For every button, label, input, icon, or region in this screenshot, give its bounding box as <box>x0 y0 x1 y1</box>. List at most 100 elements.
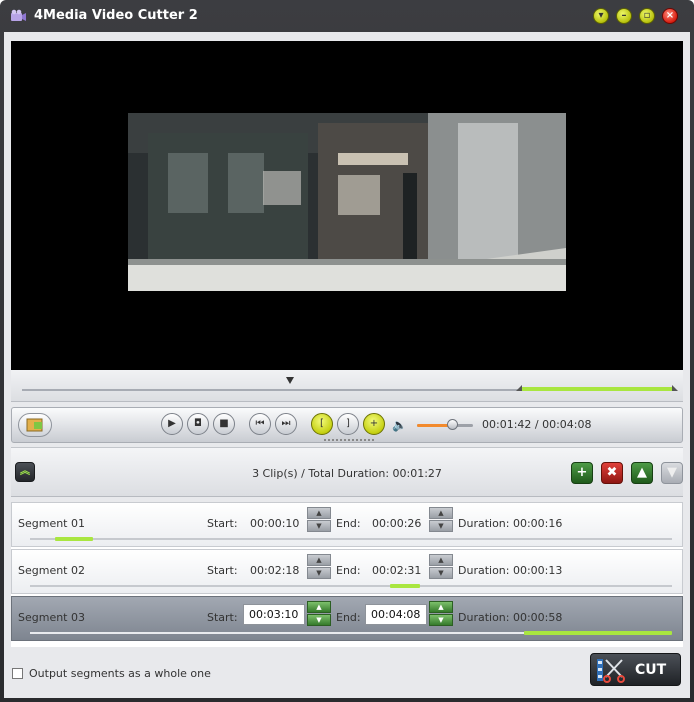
end-time-spinner[interactable]: ▲ ▼ <box>429 507 453 533</box>
end-time-spinner[interactable]: ▲ ▼ <box>429 601 453 627</box>
start-time[interactable]: 00:00:10 <box>250 517 299 530</box>
timeline[interactable] <box>11 370 683 402</box>
segment-row-selected[interactable]: Segment 03 Start: 00:03:10 ▲ ▼ End: 00:04… <box>11 596 683 641</box>
spin-down-icon[interactable]: ▼ <box>307 614 331 626</box>
segment-range <box>524 631 672 635</box>
segment-duration: Duration: 00:00:13 <box>458 564 563 577</box>
resize-grip[interactable] <box>324 439 374 441</box>
playback-controls: ▶ ◘ ■ ⏮ ⏭ [ ] + 🔈 00:01:42 / 00:04:08 <box>11 407 683 443</box>
output-whole-checkbox[interactable] <box>12 668 23 679</box>
volume-slider-handle[interactable] <box>447 419 458 430</box>
spin-down-icon[interactable]: ▼ <box>429 567 453 579</box>
snapshot-icon: ◘ <box>194 418 202 429</box>
video-preview <box>11 41 683 370</box>
spin-up-icon[interactable]: ▲ <box>307 601 331 613</box>
start-label: Start: <box>207 611 238 624</box>
add-segment-icon: + <box>369 418 379 429</box>
arrow-down-icon: ▼ <box>667 465 677 480</box>
mark-out-icon: ] <box>346 418 350 429</box>
segment-name: Segment 02 <box>18 564 85 577</box>
spin-down-icon[interactable]: ▼ <box>307 520 331 532</box>
segment-name: Segment 01 <box>18 517 85 530</box>
end-label: End: <box>336 611 361 624</box>
total-duration: Total Duration: 00:01:27 <box>308 467 442 480</box>
add-clip-button[interactable]: + <box>571 462 593 484</box>
open-file-button[interactable] <box>18 413 52 437</box>
delete-clip-button[interactable]: ✖ <box>601 462 623 484</box>
spin-up-icon[interactable]: ▲ <box>307 554 331 566</box>
output-whole-label[interactable]: Output segments as a whole one <box>29 667 211 680</box>
delete-icon: ✖ <box>606 465 618 480</box>
mark-out-button[interactable]: ] <box>337 413 359 435</box>
next-frame-icon: ⏭ <box>281 418 291 429</box>
volume-level <box>417 424 451 427</box>
move-down-button[interactable]: ▼ <box>661 462 683 484</box>
scissors-film-icon <box>597 659 625 683</box>
video-frame <box>128 113 566 291</box>
spin-down-icon[interactable]: ▼ <box>429 614 453 626</box>
segments-header: ︽ 3 Clip(s) / Total Duration: 00:01:27 +… <box>11 447 683 497</box>
start-time[interactable]: 00:02:18 <box>250 564 299 577</box>
start-time-input[interactable]: 00:03:10 <box>243 604 305 625</box>
mark-in-icon: [ <box>320 418 324 429</box>
start-time-spinner[interactable]: ▲ ▼ <box>307 554 331 580</box>
stop-button[interactable]: ■ <box>213 413 235 435</box>
playhead-marker[interactable] <box>286 377 294 384</box>
end-label: End: <box>336 517 361 530</box>
segment-row[interactable]: Segment 02 Start: 00:02:18 ▲ ▼ End: 00:02… <box>11 549 683 594</box>
restore-icon: ▫ <box>643 10 651 21</box>
end-time[interactable]: 00:00:26 <box>372 517 421 530</box>
play-icon: ▶ <box>168 418 176 429</box>
start-time-spinner[interactable]: ▲ ▼ <box>307 601 331 627</box>
selection-end-marker[interactable] <box>672 385 678 391</box>
segment-duration: Duration: 00:00:16 <box>458 517 563 530</box>
prev-frame-button[interactable]: ⏮ <box>249 413 271 435</box>
start-label: Start: <box>207 517 238 530</box>
spin-up-icon[interactable]: ▲ <box>429 601 453 613</box>
restore-button[interactable]: ▫ <box>639 8 655 24</box>
move-up-button[interactable]: ▲ <box>631 462 653 484</box>
segment-name: Segment 03 <box>18 611 85 624</box>
segment-range <box>390 584 420 588</box>
plus-icon: + <box>576 465 588 480</box>
cut-button[interactable]: CUT <box>590 653 681 686</box>
time-display: 00:01:42 / 00:04:08 <box>482 418 592 431</box>
window-title: 4Media Video Cutter 2 <box>34 8 198 23</box>
next-frame-button[interactable]: ⏭ <box>275 413 297 435</box>
spin-up-icon[interactable]: ▲ <box>429 507 453 519</box>
timeline-selection <box>522 387 672 391</box>
clip-count: 3 Clip(s) / <box>252 467 305 480</box>
open-file-icon <box>26 418 43 432</box>
app-window: 4Media Video Cutter 2 ▾ – ▫ × ▶ ◘ ■ ⏮ ⏭ … <box>0 0 694 702</box>
close-button[interactable]: × <box>662 8 678 24</box>
start-label: Start: <box>207 564 238 577</box>
title-bar[interactable]: 4Media Video Cutter 2 ▾ – ▫ × <box>0 0 694 32</box>
start-time-spinner[interactable]: ▲ ▼ <box>307 507 331 533</box>
spin-up-icon[interactable]: ▲ <box>307 507 331 519</box>
end-time[interactable]: 00:02:31 <box>372 564 421 577</box>
segment-row[interactable]: Segment 01 Start: 00:00:10 ▲ ▼ End: 00:00… <box>11 502 683 547</box>
segment-track <box>30 585 672 587</box>
spin-down-icon[interactable]: ▼ <box>307 567 331 579</box>
prev-frame-icon: ⏮ <box>255 418 265 429</box>
dropdown-menu-button[interactable]: ▾ <box>593 8 609 24</box>
close-icon: × <box>665 10 675 21</box>
segment-track <box>30 538 672 540</box>
spin-up-icon[interactable]: ▲ <box>429 554 453 566</box>
end-time-input[interactable]: 00:04:08 <box>365 604 427 625</box>
spin-down-icon[interactable]: ▼ <box>429 520 453 532</box>
selection-start-marker[interactable] <box>516 385 522 391</box>
stop-icon: ■ <box>219 418 229 429</box>
add-segment-button[interactable]: + <box>363 413 385 435</box>
minimize-icon: – <box>621 10 627 21</box>
mark-in-button[interactable]: [ <box>311 413 333 435</box>
snapshot-button[interactable]: ◘ <box>187 413 209 435</box>
volume-icon[interactable]: 🔈 <box>392 418 407 432</box>
film-icon <box>11 9 26 21</box>
end-time-spinner[interactable]: ▲ ▼ <box>429 554 453 580</box>
cut-label: CUT <box>635 662 667 678</box>
segment-duration: Duration: 00:00:58 <box>458 611 563 624</box>
play-button[interactable]: ▶ <box>161 413 183 435</box>
chevron-down-icon: ▾ <box>598 10 604 21</box>
minimize-button[interactable]: – <box>616 8 632 24</box>
